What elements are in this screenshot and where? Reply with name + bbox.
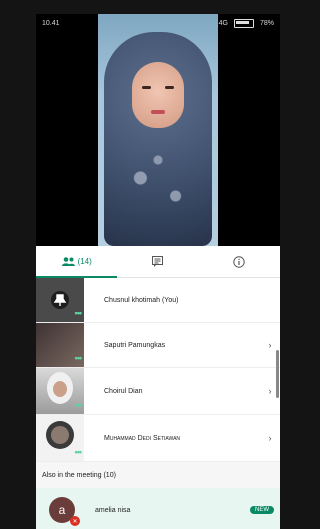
- participant-thumb: •••: [36, 415, 84, 461]
- scrollbar[interactable]: [276, 350, 279, 398]
- participant-row-self[interactable]: ••• Chusnul khotimah (You): [36, 278, 280, 323]
- participant-thumb: •••: [36, 323, 84, 367]
- participant-list: ••• Chusnul khotimah (You) ••• Saputri P…: [36, 278, 280, 529]
- avatar: a ✕: [49, 497, 80, 526]
- speaker-video: [98, 14, 218, 246]
- new-badge: NEW: [250, 506, 274, 514]
- tab-people[interactable]: (14): [36, 246, 117, 277]
- participant-name: Choirul Dian: [104, 387, 143, 395]
- chevron-right-icon[interactable]: ›: [260, 433, 280, 443]
- participant-row[interactable]: ••• Saputri Pamungkas ›: [36, 323, 280, 368]
- main-video-feed[interactable]: [36, 14, 280, 246]
- battery-label: 78%: [259, 19, 274, 27]
- status-time: 10.41: [42, 19, 60, 27]
- participant-name: Muhammad Dedi Setiawan: [104, 434, 181, 442]
- attendee-name: amelia nisa: [95, 506, 131, 514]
- tab-info[interactable]: [199, 246, 280, 277]
- participant-thumb: •••: [36, 278, 84, 322]
- right-eye: [165, 86, 174, 89]
- tab-chat[interactable]: [117, 246, 198, 277]
- chat-icon: [152, 256, 164, 267]
- status-bar: 10.41 4G 78%: [36, 14, 280, 32]
- people-count: (14): [77, 257, 92, 266]
- meeting-panel: (14) ••• Chusnul khotimah (You) ••• Sapu…: [36, 246, 280, 529]
- scarf-pattern: [114, 142, 202, 232]
- info-icon: [233, 255, 246, 268]
- chevron-right-icon[interactable]: ›: [260, 340, 280, 350]
- audio-indicator-icon: •••: [74, 447, 83, 457]
- attendee-row[interactable]: a ✕ amelia nisa NEW: [36, 488, 280, 529]
- also-in-meeting-header: Also in the meeting (10): [36, 462, 280, 488]
- participant-row[interactable]: ••• Choirul Dian ›: [36, 368, 280, 415]
- audio-indicator-icon: •••: [74, 353, 83, 363]
- network-label: 4G: [218, 19, 228, 27]
- battery-icon: [233, 18, 254, 28]
- participant-thumb: •••: [36, 368, 84, 414]
- avatar-initial: a: [58, 503, 66, 517]
- participant-name: Saputri Pamungkas: [104, 341, 166, 349]
- participant-name: Chusnul khotimah (You): [104, 296, 179, 304]
- audio-indicator-icon: •••: [74, 308, 83, 318]
- speaker-face: [132, 62, 184, 128]
- phone-screen: 10.41 4G 78% (14) ••• Chusnul khotimah (…: [36, 14, 280, 529]
- muted-badge-icon: ✕: [70, 516, 80, 526]
- panel-tabs: (14): [36, 246, 280, 278]
- people-icon: [61, 257, 75, 266]
- audio-indicator-icon: •••: [74, 400, 83, 410]
- lips: [151, 110, 165, 114]
- left-eye: [142, 86, 151, 89]
- participant-row[interactable]: ••• Muhammad Dedi Setiawan ›: [36, 415, 280, 462]
